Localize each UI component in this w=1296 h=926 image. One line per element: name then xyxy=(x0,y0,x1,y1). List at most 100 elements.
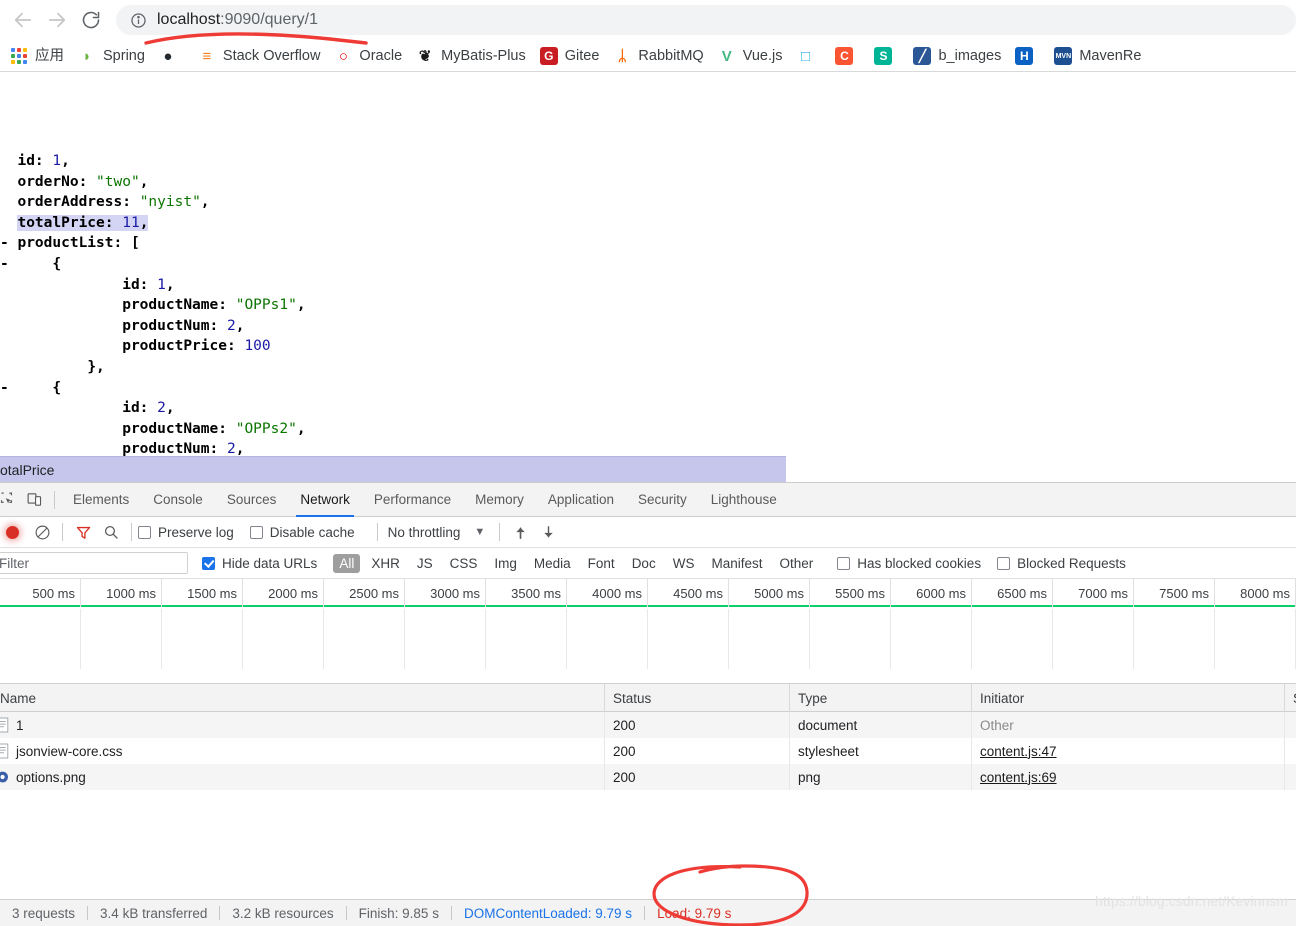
table-row[interactable]: options.png 200 png content.js:69 xyxy=(0,764,1296,790)
bookmark-item[interactable]: C xyxy=(829,43,866,69)
tab-network[interactable]: Network xyxy=(288,483,362,517)
request-initiator[interactable]: content.js:47 xyxy=(980,744,1057,759)
timeline-tick: 6500 ms xyxy=(972,579,1053,607)
hide-data-urls-checkbox[interactable]: Hide data URLs xyxy=(202,556,317,571)
bookmark-item[interactable]: ᛦ RabbitMQ xyxy=(607,43,709,69)
json-number-value: 2 xyxy=(226,317,236,334)
tab-sources[interactable]: Sources xyxy=(215,483,289,517)
bookmark-item[interactable]: ● xyxy=(153,43,190,69)
preserve-log-box[interactable] xyxy=(138,525,151,539)
has-blocked-cookies-checkbox[interactable]: Has blocked cookies xyxy=(837,556,981,571)
device-toolbar-icon[interactable] xyxy=(20,486,48,514)
disable-cache-checkbox[interactable]: Disable cache xyxy=(249,525,355,540)
back-icon[interactable] xyxy=(6,3,40,37)
blocked-requests-checkbox[interactable]: Blocked Requests xyxy=(997,556,1126,571)
bookmark-item[interactable]: ≡ Stack Overflow xyxy=(192,43,327,69)
json-number-value: 2 xyxy=(226,441,236,456)
filter-type-xhr[interactable]: XHR xyxy=(365,554,406,573)
bookmark-item[interactable]: S xyxy=(868,43,905,69)
filter-type-ws[interactable]: WS xyxy=(667,554,701,573)
tab-performance[interactable]: Performance xyxy=(362,483,463,517)
inspect-element-icon[interactable] xyxy=(0,486,20,514)
filter-type-media[interactable]: Media xyxy=(528,554,577,573)
forward-icon[interactable] xyxy=(40,3,74,37)
json-collapse-toggle[interactable]: - xyxy=(0,380,52,396)
address-bar[interactable]: localhost:9090/query/1 xyxy=(116,5,1296,35)
info-circle-icon[interactable] xyxy=(130,12,147,29)
import-har-icon[interactable] xyxy=(506,518,534,546)
bookmark-item[interactable]: □ xyxy=(790,43,827,69)
tab-memory[interactable]: Memory xyxy=(463,483,536,517)
filter-type-all[interactable]: All xyxy=(333,553,361,573)
cell-initiator[interactable]: content.js:69 xyxy=(972,764,1285,790)
cell-initiator[interactable]: content.js:47 xyxy=(972,738,1285,764)
filter-type-manifest[interactable]: Manifest xyxy=(705,554,768,573)
bookmark-apps[interactable]: 应用 xyxy=(4,43,70,69)
network-overview-timeline[interactable]: 500 ms 1000 ms 1500 ms 2000 ms 2500 ms 3000 m… xyxy=(0,579,1296,684)
request-name: jsonview-core.css xyxy=(16,743,123,759)
json-entry: { xyxy=(52,380,61,396)
filter-funnel-icon[interactable] xyxy=(69,518,97,546)
bookmark-item[interactable]: H xyxy=(1009,43,1046,69)
filter-input[interactable]: Filter xyxy=(0,552,188,574)
reload-icon[interactable] xyxy=(74,3,108,37)
column-header-type[interactable]: Type xyxy=(790,684,972,712)
json-collapse-toggle[interactable]: - xyxy=(0,235,17,251)
column-header-name[interactable]: Name xyxy=(0,684,605,712)
has-blocked-cookies-box[interactable] xyxy=(837,556,851,570)
json-line: productNum: 2, xyxy=(0,316,306,337)
bookmark-item[interactable]: ❦ MyBatis-Plus xyxy=(410,43,532,69)
json-entry: id: 1, xyxy=(17,153,69,169)
timeline-gridline xyxy=(647,609,648,669)
bookmark-item[interactable]: ◗ Spring xyxy=(72,43,151,69)
cell-name[interactable]: jsonview-core.css xyxy=(0,738,605,764)
column-header-initiator[interactable]: Initiator xyxy=(972,684,1285,712)
export-har-icon[interactable] xyxy=(534,518,562,546)
tab-elements[interactable]: Elements xyxy=(61,483,141,517)
tab-application[interactable]: Application xyxy=(536,483,626,517)
filter-type-js[interactable]: JS xyxy=(411,554,439,573)
column-header-status[interactable]: Status xyxy=(605,684,790,712)
json-entry: productList: [ xyxy=(17,235,139,251)
table-row[interactable]: 1 200 document Other xyxy=(0,712,1296,738)
filter-type-font[interactable]: Font xyxy=(582,554,621,573)
clear-network-icon[interactable] xyxy=(28,518,56,546)
tab-console[interactable]: Console xyxy=(141,483,215,517)
cell-name[interactable]: options.png xyxy=(0,764,605,790)
cell-name[interactable]: 1 xyxy=(0,712,605,738)
json-collapse-toggle[interactable]: - xyxy=(0,256,52,272)
json-collapse-toggle xyxy=(0,215,17,231)
json-string-value: "nyist" xyxy=(139,194,201,211)
disable-cache-box[interactable] xyxy=(249,525,263,539)
tab-security[interactable]: Security xyxy=(626,483,699,517)
record-stop-icon[interactable] xyxy=(0,518,28,546)
request-initiator[interactable]: content.js:69 xyxy=(980,770,1057,785)
column-header-s[interactable]: S xyxy=(1285,684,1296,712)
bookmark-item[interactable]: V Vue.js xyxy=(712,43,789,69)
page-find-overlay[interactable]: otalPrice xyxy=(0,456,786,482)
filter-type-doc[interactable]: Doc xyxy=(626,554,662,573)
json-key: productList: [ xyxy=(17,235,140,252)
json-number-value: 11 xyxy=(122,214,140,231)
bookmark-item[interactable]: MVN MavenRe xyxy=(1048,43,1147,69)
filter-type-css[interactable]: CSS xyxy=(444,554,484,573)
bookmark-item[interactable]: ╱ b_images xyxy=(907,43,1007,69)
bookmark-item-label: Oracle xyxy=(359,47,403,64)
filter-type-other[interactable]: Other xyxy=(773,554,819,573)
hide-data-urls-box[interactable] xyxy=(202,556,215,570)
chevron-down-icon[interactable]: ▼ xyxy=(474,526,485,538)
json-key: productName: xyxy=(122,297,236,314)
throttling-select[interactable]: No throttling ▼ xyxy=(388,525,486,540)
timeline-gridline xyxy=(161,609,162,669)
filter-type-img[interactable]: Img xyxy=(488,554,523,573)
json-collapse-toggle xyxy=(0,174,17,190)
preserve-log-checkbox[interactable]: Preserve log xyxy=(138,525,234,540)
cell-size xyxy=(1285,712,1296,738)
bookmark-item[interactable]: G Gitee xyxy=(534,43,606,69)
bookmark-item[interactable]: ○ Oracle xyxy=(328,43,408,69)
json-number-value: 1 xyxy=(52,153,62,169)
table-row[interactable]: jsonview-core.css 200 stylesheet content.js… xyxy=(0,738,1296,764)
search-icon[interactable] xyxy=(97,518,125,546)
tab-lighthouse[interactable]: Lighthouse xyxy=(699,483,789,517)
blocked-requests-box[interactable] xyxy=(997,556,1011,570)
